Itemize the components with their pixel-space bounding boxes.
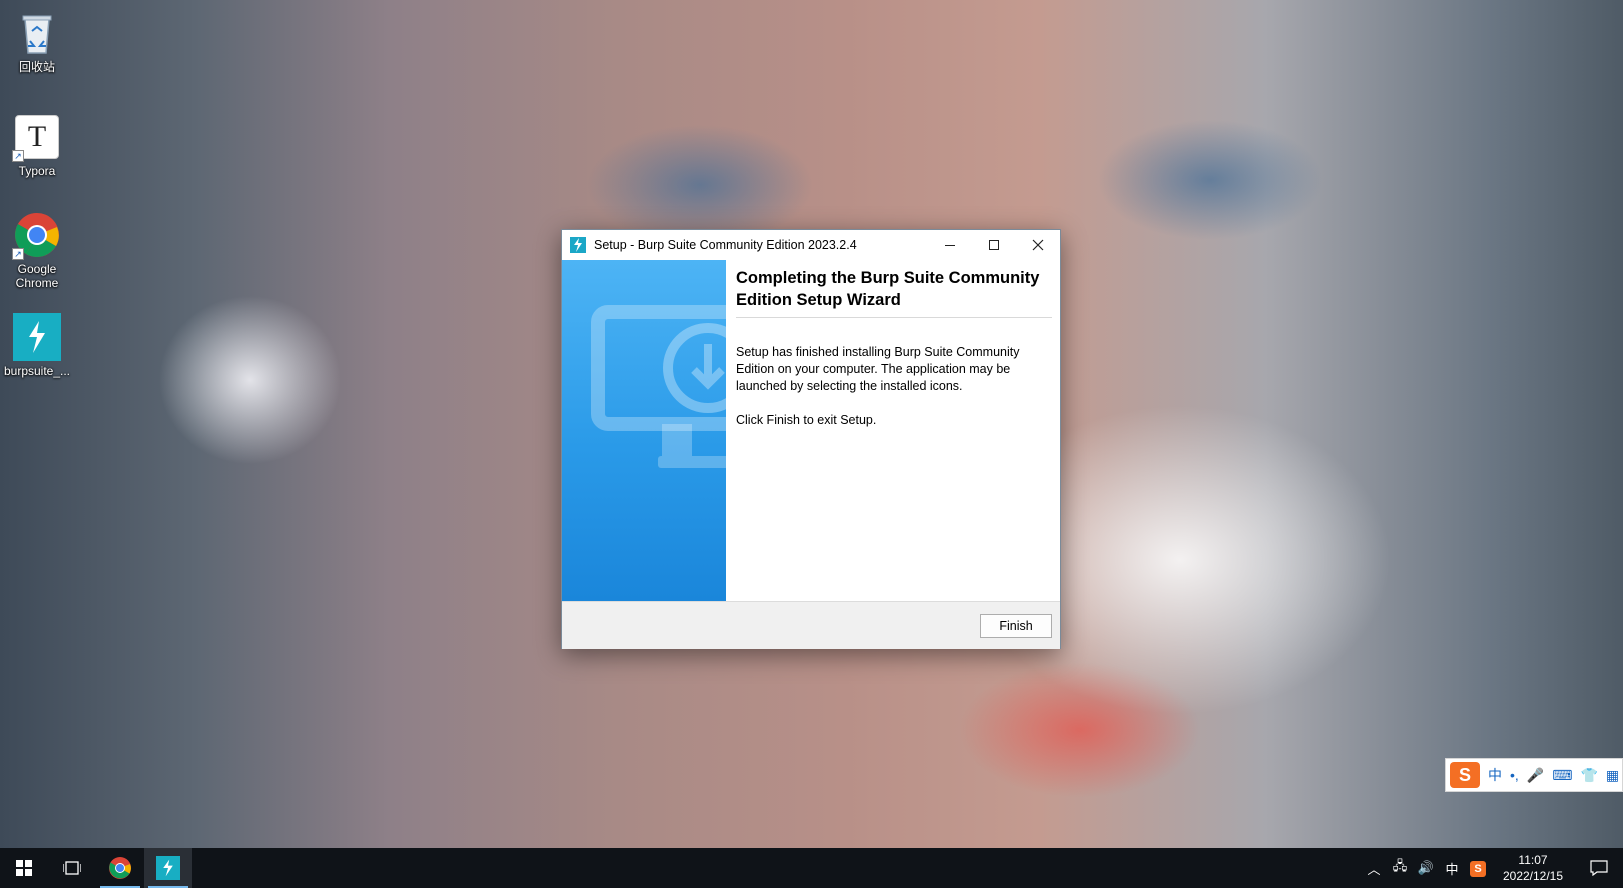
notification-icon [1590, 860, 1608, 876]
setup-dialog: Setup - Burp Suite Community Edition 202… [561, 229, 1061, 649]
burpsuite-icon [156, 856, 180, 880]
ime-language-indicator[interactable]: 中 [1439, 859, 1465, 878]
ime-toolbar[interactable]: S 中 •, 🎤 ⌨ 👕 ▦ [1445, 758, 1623, 792]
ime-mode-toggle[interactable]: 中 [1488, 765, 1502, 785]
skin-shirt-icon[interactable]: 👕 [1580, 767, 1597, 784]
minimize-button[interactable] [928, 230, 972, 260]
wizard-instruction: Click Finish to exit Setup. [736, 413, 877, 427]
desktop-icon-label: 回收站 [18, 60, 55, 74]
task-view-icon [63, 861, 81, 875]
sogou-logo-icon[interactable]: S [1450, 762, 1480, 788]
clock-time: 11:07 [1518, 853, 1548, 867]
desktop-icon-recycle-bin[interactable]: 回收站 [0, 8, 74, 74]
close-icon [1032, 239, 1044, 251]
start-button[interactable] [0, 848, 48, 888]
finish-button[interactable]: Finish [980, 614, 1052, 638]
show-hidden-icons-chevron-icon[interactable]: ︿ [1361, 859, 1387, 878]
wizard-heading: Completing the Burp Suite Community Edit… [736, 267, 1052, 318]
shortcut-arrow-icon: ↗ [12, 150, 24, 162]
dialog-footer: Finish [562, 601, 1060, 649]
minimize-icon [945, 244, 955, 246]
volume-icon[interactable]: 🔊 [1413, 860, 1439, 876]
burpsuite-app-icon [570, 237, 586, 253]
sogou-tray-icon[interactable]: S [1465, 860, 1491, 877]
taskbar-burpsuite-setup[interactable] [144, 848, 192, 888]
wizard-side-image [562, 260, 726, 601]
maximize-button[interactable] [972, 230, 1016, 260]
shortcut-arrow-icon: ↗ [12, 248, 24, 260]
recycle-bin-icon [12, 8, 62, 58]
monitor-download-icon [591, 305, 726, 468]
action-center-button[interactable] [1575, 860, 1623, 876]
desktop-icon-burpsuite[interactable]: burpsuite_... [0, 312, 74, 378]
system-tray: ︿ 🖧 🔊 中 S 11:07 2022/12/15 [1361, 848, 1623, 888]
burpsuite-icon [12, 312, 62, 362]
desktop-icon-chrome[interactable]: ↗ Google Chrome [0, 210, 74, 290]
toolbox-grid-icon[interactable]: ▦ [1606, 767, 1619, 784]
dialog-titlebar[interactable]: Setup - Burp Suite Community Edition 202… [562, 230, 1060, 260]
clock-date: 2022/12/15 [1502, 869, 1564, 883]
desktop-icon-label: burpsuite_... [3, 364, 71, 378]
chrome-icon: ↗ [12, 210, 62, 260]
task-view-button[interactable] [48, 848, 96, 888]
taskbar-chrome[interactable] [96, 848, 144, 888]
close-button[interactable] [1016, 230, 1060, 260]
desktop-icon-typora[interactable]: T ↗ Typora [0, 112, 74, 178]
typora-icon: T ↗ [12, 112, 62, 162]
keyboard-icon[interactable]: ⌨ [1552, 767, 1572, 784]
clock[interactable]: 11:07 2022/12/15 [1491, 852, 1575, 884]
microphone-icon[interactable]: 🎤 [1527, 767, 1544, 784]
chrome-icon [109, 857, 131, 879]
network-icon[interactable]: 🖧 [1387, 857, 1413, 879]
wizard-message: Setup has finished installing Burp Suite… [736, 345, 1020, 393]
ime-punctuation-toggle[interactable]: •, [1510, 767, 1519, 783]
taskbar: ︿ 🖧 🔊 中 S 11:07 2022/12/15 [0, 848, 1623, 888]
maximize-icon [989, 240, 999, 250]
desktop-icon-label: Google Chrome [15, 262, 59, 290]
windows-logo-icon [16, 860, 32, 876]
desktop-icon-label: Typora [18, 164, 56, 178]
dialog-title: Setup - Burp Suite Community Edition 202… [594, 238, 857, 252]
